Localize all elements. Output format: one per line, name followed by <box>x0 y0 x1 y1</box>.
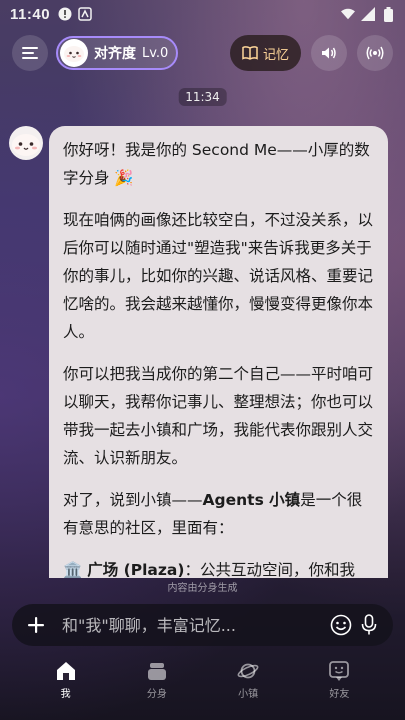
agents-town-link: Agents 小镇 <box>202 491 301 509</box>
speaker-button[interactable] <box>311 35 347 71</box>
home-icon <box>56 662 75 680</box>
message-paragraph-1: 现在咱俩的画像还比较空白，不过没关系，以后你可以随时通过"塑造我"来告诉我更多关… <box>63 211 374 341</box>
nav-town[interactable]: 小镇 <box>218 660 278 700</box>
message-paragraph-4: 🏛️ 广场 (Plaza)：公共互动空间，你和我 <box>63 561 355 578</box>
menu-button[interactable] <box>12 35 48 71</box>
message-paragraph-2: 你可以把我当成你的第二个自己——平时咱可以聊天，我帮你记事儿、整理想法；你也可以… <box>63 365 374 467</box>
clone-icon <box>147 663 166 680</box>
ai-generated-note: 内容由分身生成 <box>167 583 238 594</box>
message-paragraph-3: 对了，说到小镇——Agents 小镇是一个很有意思的社区，里面有： <box>63 491 363 537</box>
top-bar: 对齐度 Lv.0 记忆 <box>12 35 393 71</box>
profile-name: 对齐度 <box>94 46 136 62</box>
emoji-icon <box>330 614 352 636</box>
planet-icon <box>237 663 259 679</box>
chat-input[interactable] <box>62 615 327 635</box>
microphone-icon <box>361 614 377 635</box>
status-time: 11:40 <box>10 5 51 23</box>
greeting-text: 你好呀！我是你的 Second Me——小厚的数字分身 🎉 <box>63 141 370 187</box>
add-button[interactable] <box>22 611 50 639</box>
chat-friends-icon <box>329 661 350 681</box>
voice-button[interactable] <box>355 611 383 639</box>
nav-me[interactable]: 我 <box>36 660 96 700</box>
speaker-icon <box>322 47 336 59</box>
battery-icon <box>381 6 395 22</box>
bottom-nav: 我 分身 小镇 好友 <box>0 660 405 720</box>
broadcast-icon <box>366 46 384 60</box>
signal-icon <box>361 7 375 21</box>
status-bar: 11:40 <box>0 0 405 28</box>
app-notification-icon <box>78 7 92 21</box>
nav-clone[interactable]: 分身 <box>127 660 187 700</box>
emoji-button[interactable] <box>327 611 355 639</box>
book-icon <box>242 46 258 60</box>
avatar <box>60 39 88 67</box>
memory-button[interactable]: 记忆 <box>229 35 301 71</box>
menu-icon <box>22 47 38 59</box>
wifi-icon <box>341 7 355 21</box>
profile-pill[interactable]: 对齐度 Lv.0 <box>56 36 179 70</box>
profile-level: Lv.0 <box>142 45 169 61</box>
memory-label: 记忆 <box>262 47 289 63</box>
broadcast-button[interactable] <box>357 35 393 71</box>
chat-input-bar <box>12 604 393 646</box>
nav-friends[interactable]: 好友 <box>309 660 369 700</box>
plaza-icon: 🏛️ <box>63 561 83 578</box>
plus-icon <box>28 617 44 633</box>
chat-message-bubble: 你好呀！我是你的 Second Me——小厚的数字分身 🎉 现在咱俩的画像还比较… <box>49 126 388 578</box>
alert-icon <box>58 7 72 21</box>
time-divider: 11:34 <box>178 88 227 106</box>
bot-avatar[interactable] <box>9 126 43 160</box>
